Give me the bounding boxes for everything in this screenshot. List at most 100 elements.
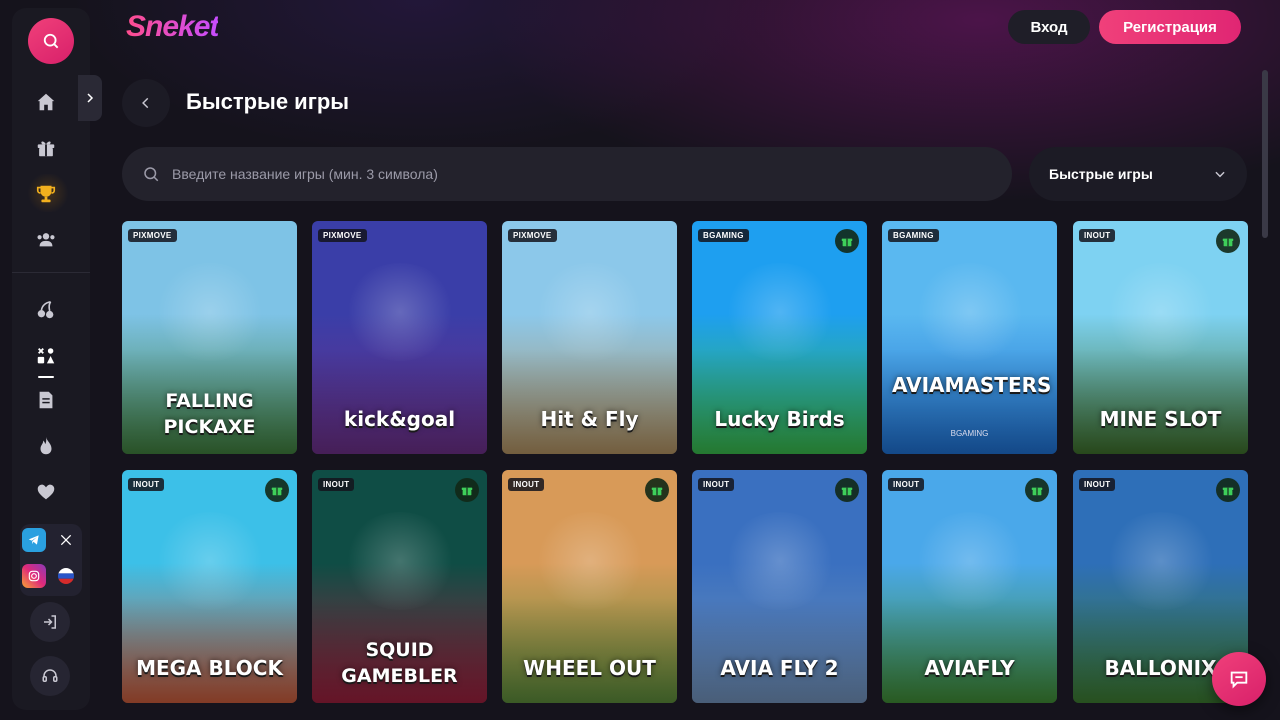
- game-subtitle: BGAMING: [950, 429, 989, 438]
- card-shade: [692, 349, 867, 454]
- game-search: [122, 147, 1012, 201]
- scrollbar[interactable]: [1262, 70, 1268, 238]
- game-title: Hit & Fly: [540, 407, 639, 431]
- provider-badge: BGAMING: [888, 229, 939, 242]
- logout-icon: [44, 615, 56, 629]
- headset-icon: [42, 669, 58, 682]
- game-card[interactable]: INOUT MINE SLOT: [1073, 221, 1248, 454]
- game-card[interactable]: INOUT AVIA FLY 2: [692, 470, 867, 703]
- chevron-down-icon: [1215, 171, 1225, 178]
- heart-icon[interactable]: [34, 480, 58, 504]
- provider-badge: INOUT: [888, 478, 925, 491]
- game-title: kick&goal: [343, 407, 456, 431]
- trophy-icon[interactable]: [34, 182, 58, 206]
- game-card[interactable]: PIXMOVE Hit & Fly: [502, 221, 677, 454]
- chevron-left-icon: [142, 97, 149, 109]
- game-title: AVIAFLY: [924, 656, 1015, 680]
- game-artwork: [723, 511, 836, 610]
- card-shade: [692, 598, 867, 703]
- game-card[interactable]: INOUT WHEEL OUT: [502, 470, 677, 703]
- social-links: [20, 524, 82, 596]
- game-artwork: [343, 262, 456, 361]
- game-card[interactable]: INOUT SQUID GAMEBLER: [312, 470, 487, 703]
- logo[interactable]: Sneket: [126, 10, 219, 44]
- game-artwork: [533, 262, 646, 361]
- register-button[interactable]: Регистрация: [1099, 10, 1241, 44]
- home-icon[interactable]: [34, 90, 58, 114]
- game-title: SQUID GAMEBLER: [341, 639, 458, 687]
- provider-badge: PIXMOVE: [128, 229, 177, 242]
- gift-icon: [265, 478, 289, 502]
- back-button[interactable]: [122, 79, 170, 127]
- chevron-right-icon: [87, 93, 94, 103]
- game-artwork: [153, 262, 266, 361]
- fire-icon[interactable]: [34, 434, 58, 458]
- game-title: AVIA FLY 2: [720, 656, 839, 680]
- provider-badge: PIXMOVE: [508, 229, 557, 242]
- search-icon: [144, 167, 159, 182]
- document-icon[interactable]: [34, 388, 58, 412]
- provider-badge: BGAMING: [698, 229, 749, 242]
- x-icon[interactable]: [54, 528, 78, 552]
- gift-icon: [835, 478, 859, 502]
- telegram-icon[interactable]: [22, 528, 46, 552]
- gift-icon: [645, 478, 669, 502]
- search-input[interactable]: [172, 166, 972, 182]
- game-artwork: [913, 511, 1026, 610]
- game-artwork: [1104, 262, 1217, 361]
- card-shade: [502, 598, 677, 703]
- card-shade: [312, 349, 487, 454]
- provider-badge: INOUT: [1079, 478, 1116, 491]
- users-icon[interactable]: [34, 228, 58, 252]
- card-shade: [1073, 349, 1248, 454]
- game-artwork: [913, 262, 1026, 361]
- gift-icon: [1216, 229, 1240, 253]
- support-button[interactable]: [30, 656, 70, 696]
- category-selected-label: Быстрые игры: [1049, 166, 1153, 182]
- chat-button[interactable]: [1212, 652, 1266, 706]
- provider-badge: INOUT: [1079, 229, 1116, 242]
- gift-icon: [835, 229, 859, 253]
- cherries-icon[interactable]: [34, 298, 58, 322]
- search-button[interactable]: [28, 18, 74, 64]
- provider-badge: INOUT: [508, 478, 545, 491]
- instagram-icon[interactable]: [22, 564, 46, 588]
- provider-badge: INOUT: [128, 478, 165, 491]
- game-card[interactable]: INOUT AVIAFLY: [882, 470, 1057, 703]
- search-icon: [43, 33, 59, 49]
- game-card[interactable]: PIXMOVE FALLING PICKAXE: [122, 221, 297, 454]
- logout-button[interactable]: [30, 602, 70, 642]
- sidebar-divider: [12, 272, 90, 273]
- sidebar-expand-button[interactable]: [78, 75, 102, 121]
- provider-badge: PIXMOVE: [318, 229, 367, 242]
- card-shade: [502, 349, 677, 454]
- game-artwork: [723, 262, 836, 361]
- game-title: Lucky Birds: [714, 407, 845, 431]
- game-card[interactable]: PIXMOVE kick&goal: [312, 221, 487, 454]
- gift-icon: [1216, 478, 1240, 502]
- game-artwork: [1104, 511, 1217, 610]
- gift-icon: [455, 478, 479, 502]
- card-shade: [882, 598, 1057, 703]
- category-dropdown[interactable]: Быстрые игры: [1029, 147, 1247, 201]
- game-title: MEGA BLOCK: [136, 656, 283, 680]
- game-card[interactable]: INOUT MEGA BLOCK: [122, 470, 297, 703]
- game-artwork: [153, 511, 266, 610]
- chat-icon: [1230, 671, 1248, 689]
- game-artwork: [533, 511, 646, 610]
- provider-badge: INOUT: [698, 478, 735, 491]
- gift-icon[interactable]: [34, 136, 58, 160]
- card-shade: [122, 598, 297, 703]
- gift-icon: [1025, 478, 1049, 502]
- game-title: FALLING PICKAXE: [163, 390, 256, 438]
- active-indicator: [38, 376, 54, 378]
- game-title: WHEEL OUT: [523, 656, 656, 680]
- page-title: Быстрые игры: [186, 89, 350, 114]
- games-icon[interactable]: [34, 344, 58, 368]
- language-flag-ru-icon[interactable]: [54, 564, 78, 588]
- game-card[interactable]: BGAMING AVIAMASTERS BGAMING: [882, 221, 1057, 454]
- game-title: AVIAMASTERS: [892, 373, 1052, 397]
- game-card[interactable]: BGAMING Lucky Birds: [692, 221, 867, 454]
- login-button[interactable]: Вход: [1008, 10, 1090, 44]
- provider-badge: INOUT: [318, 478, 355, 491]
